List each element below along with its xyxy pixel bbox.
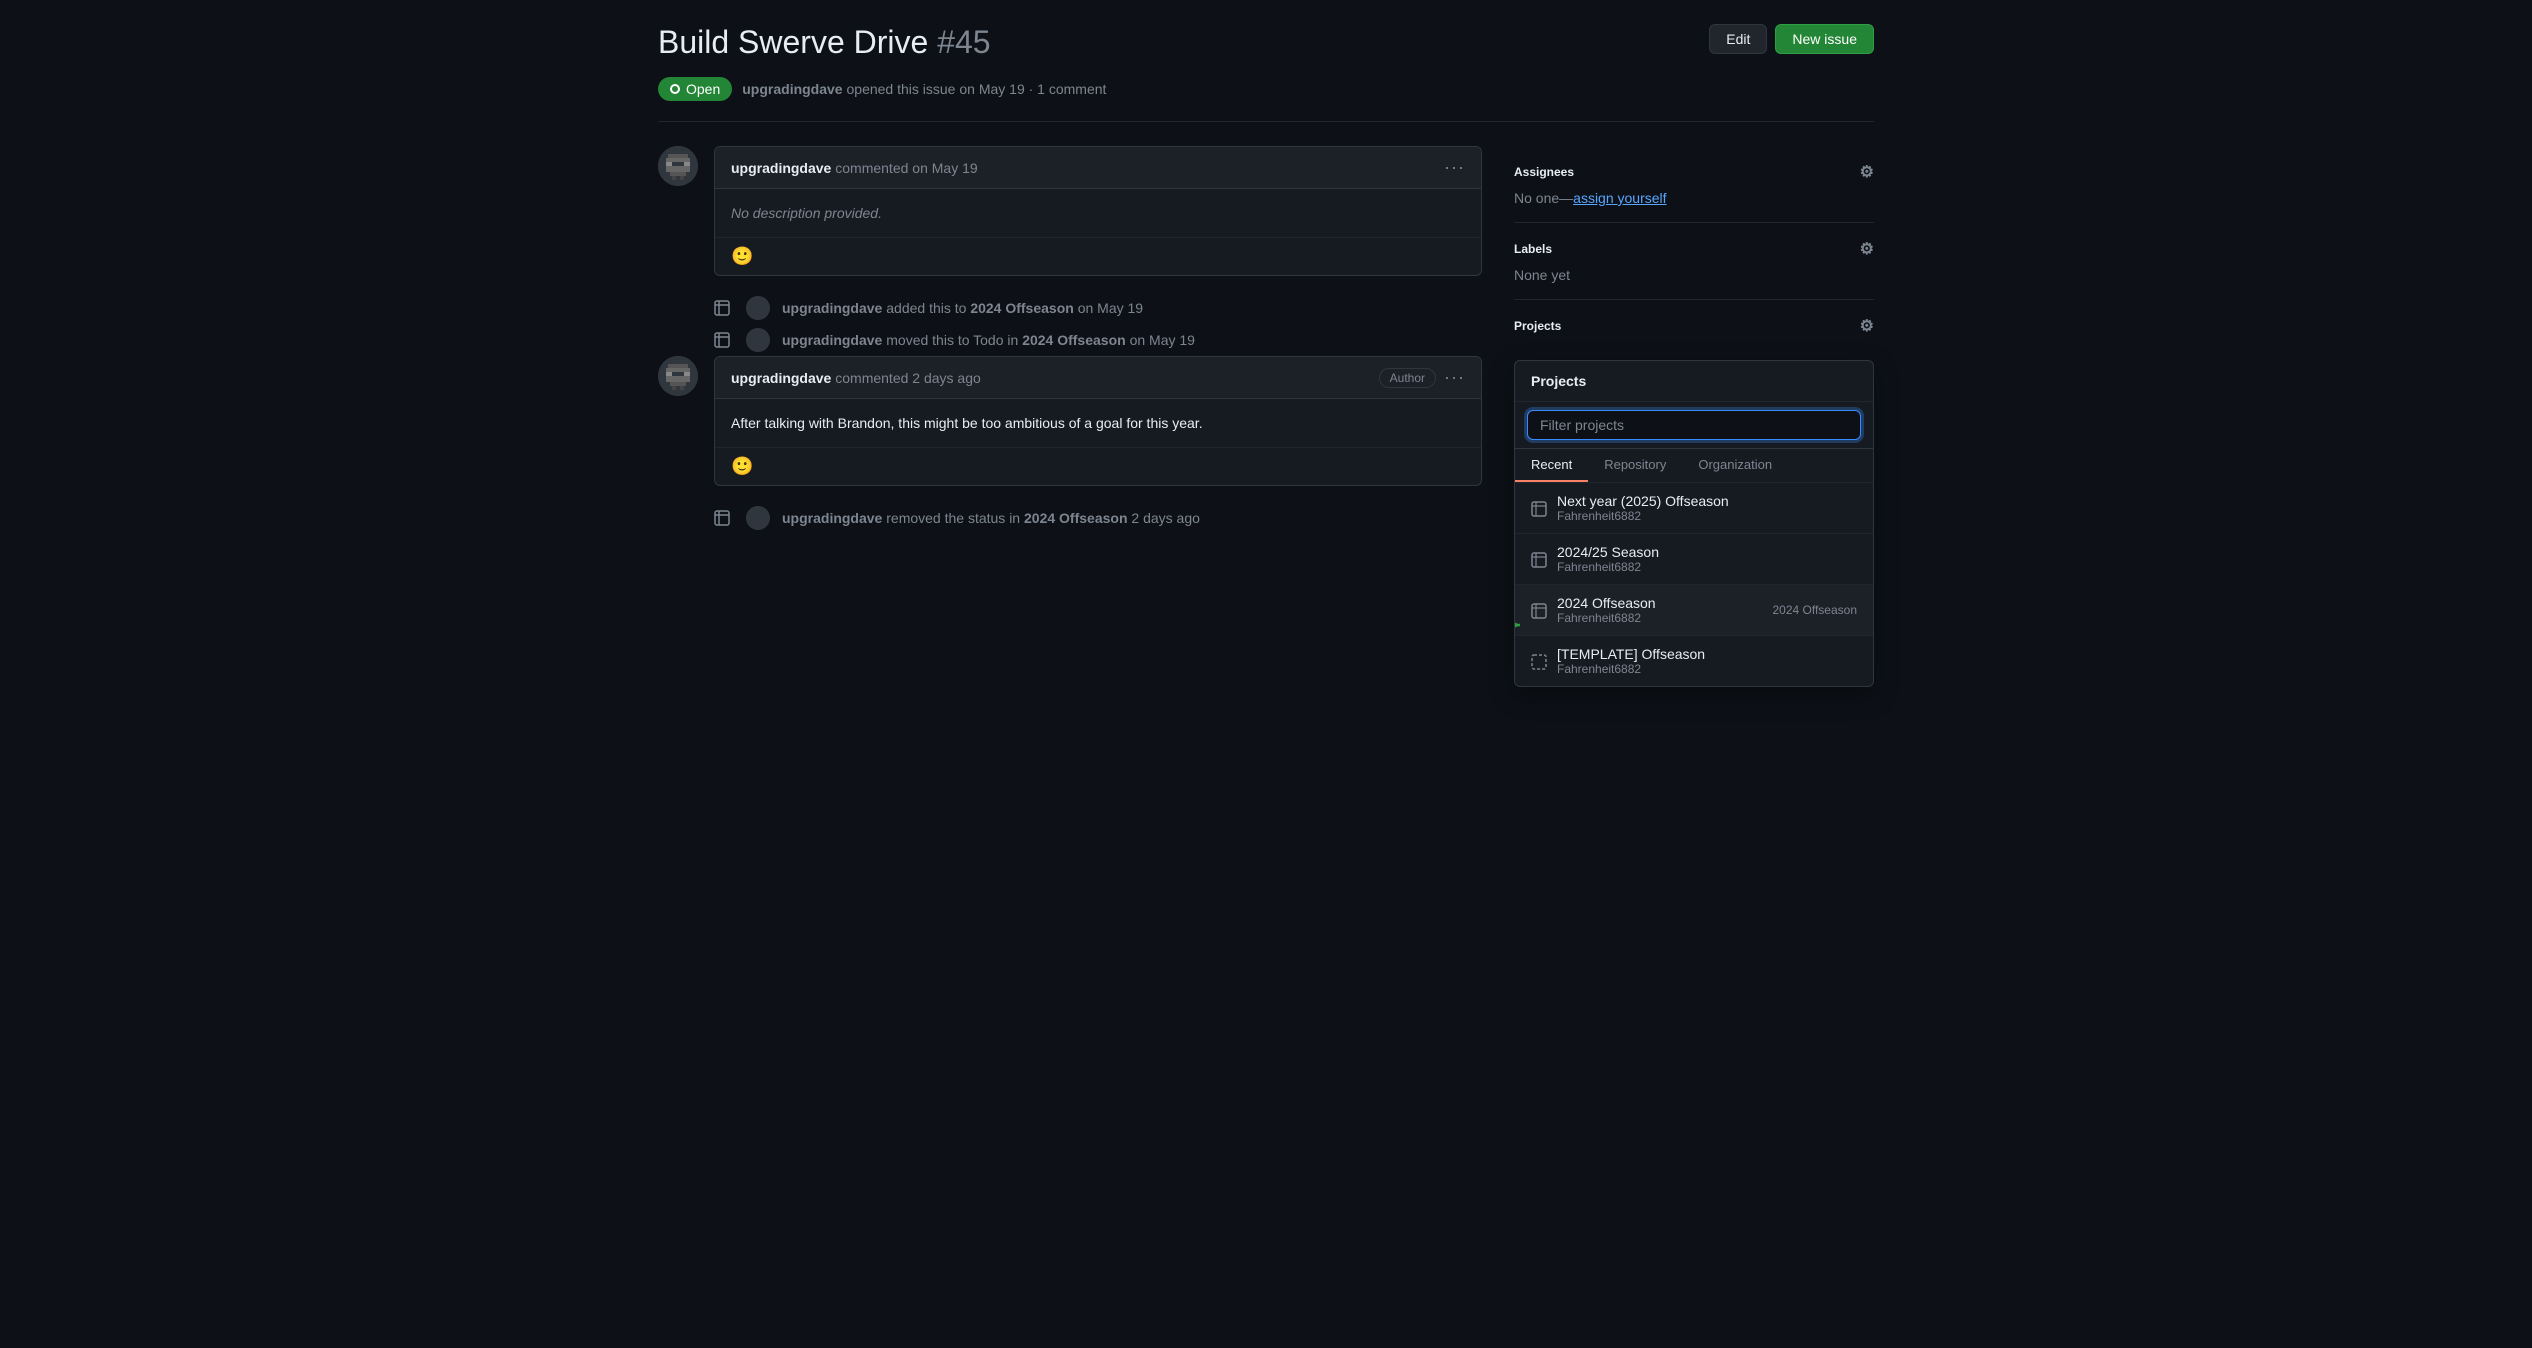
project-icon-1 bbox=[710, 296, 734, 320]
filter-projects-input[interactable] bbox=[1527, 410, 1861, 440]
more-options-icon-1[interactable]: ··· bbox=[1444, 157, 1465, 178]
assignees-label: Assignees bbox=[1514, 165, 1574, 179]
assignees-gear-icon[interactable]: ⚙ bbox=[1860, 162, 1874, 182]
new-issue-button[interactable]: New issue bbox=[1775, 24, 1874, 54]
project-item-2[interactable]: 2024/25 Season Fahrenheit6882 bbox=[1515, 534, 1873, 585]
timeline-item-2: upgradingdave moved this to Todo in 2024… bbox=[658, 324, 1482, 356]
status-badge: Open bbox=[658, 77, 732, 101]
project-board-icon-2 bbox=[1531, 550, 1547, 567]
comment-card-2: upgradingdave commented 2 days ago Autho… bbox=[714, 356, 1482, 486]
avatar-2 bbox=[658, 356, 698, 396]
issue-title: Build Swerve Drive #45 bbox=[658, 24, 991, 61]
comment-header-2: upgradingdave commented 2 days ago Autho… bbox=[715, 357, 1481, 399]
comment-meta-1: upgradingdave commented on May 19 bbox=[731, 160, 978, 176]
filter-input-wrapper bbox=[1515, 402, 1873, 449]
timeline-target-3: 2024 Offseason bbox=[1024, 510, 1128, 526]
emoji-reaction-button-1[interactable]: 🙂 bbox=[731, 246, 753, 266]
project-name-4: [TEMPLATE] Offseason bbox=[1557, 646, 1857, 662]
emoji-reaction-button-2[interactable]: 🙂 bbox=[731, 456, 753, 476]
comment-timestamp-1: commented on May 19 bbox=[835, 160, 977, 176]
project-owner-3: Fahrenheit6882 bbox=[1557, 611, 1762, 625]
comment-body-1: No description provided. bbox=[715, 189, 1481, 237]
timeline-actor-3: upgradingdave bbox=[782, 510, 882, 526]
timeline-target-1: 2024 Offseason bbox=[970, 300, 1074, 316]
assignees-value: No one—assign yourself bbox=[1514, 190, 1874, 206]
issue-number: #45 bbox=[937, 24, 990, 60]
dropdown-header: Projects bbox=[1515, 361, 1873, 402]
assignees-section: Assignees ⚙ No one—assign yourself bbox=[1514, 146, 1874, 223]
project-owner-2: Fahrenheit6882 bbox=[1557, 560, 1857, 574]
comment-card-1: upgradingdave commented on May 19 ··· No… bbox=[714, 146, 1482, 276]
comment-footer-2: 🙂 bbox=[715, 447, 1481, 485]
tab-organization[interactable]: Organization bbox=[1682, 449, 1788, 482]
sidebar: Assignees ⚙ No one—assign yourself Label… bbox=[1514, 146, 1874, 360]
main-layout: upgradingdave commented on May 19 ··· No… bbox=[658, 146, 1874, 534]
comment-author-1: upgradingdave bbox=[731, 160, 831, 176]
timeline-action-3: removed the status in bbox=[886, 510, 1020, 526]
comment-block-1: upgradingdave commented on May 19 ··· No… bbox=[658, 146, 1482, 276]
projects-dropdown: Projects Recent Repository Organization bbox=[1514, 360, 1874, 687]
issue-meta: Open upgradingdave opened this issue on … bbox=[658, 77, 1874, 101]
project-item-1[interactable]: Next year (2025) Offseason Fahrenheit688… bbox=[1515, 483, 1873, 534]
more-options-icon-2[interactable]: ··· bbox=[1444, 367, 1465, 388]
timeline-suffix-2: on May 19 bbox=[1130, 332, 1195, 348]
tab-recent[interactable]: Recent bbox=[1515, 449, 1588, 482]
project-icon-3 bbox=[710, 506, 734, 530]
timeline-target-2: 2024 Offseason bbox=[1022, 332, 1126, 348]
comment-timestamp-2: commented 2 days ago bbox=[835, 370, 981, 386]
avatar-1 bbox=[658, 146, 698, 186]
comment-author-2: upgradingdave bbox=[731, 370, 831, 386]
comment-body-2: After talking with Brandon, this might b… bbox=[715, 399, 1481, 447]
timeline-action-2: moved this to Todo in bbox=[886, 332, 1018, 348]
timeline-item-1: upgradingdave added this to 2024 Offseas… bbox=[658, 292, 1482, 324]
timeline-avatar-3 bbox=[746, 506, 770, 530]
project-name-2: 2024/25 Season bbox=[1557, 544, 1857, 560]
project-name-1: Next year (2025) Offseason bbox=[1557, 493, 1857, 509]
timeline-item-3: upgradingdave removed the status in 2024… bbox=[658, 502, 1482, 534]
title-text: Build Swerve Drive bbox=[658, 24, 928, 60]
project-icon-2 bbox=[710, 328, 734, 352]
author-badge: Author bbox=[1379, 368, 1436, 388]
project-board-icon-3 bbox=[1531, 601, 1547, 618]
projects-tabs: Recent Repository Organization bbox=[1515, 449, 1873, 483]
page-header: Build Swerve Drive #45 Edit New issue bbox=[658, 24, 1874, 61]
project-board-icon-1 bbox=[1531, 499, 1547, 516]
projects-gear-icon[interactable]: ⚙ bbox=[1860, 316, 1874, 336]
project-board-icon-4 bbox=[1531, 652, 1547, 669]
tab-repository[interactable]: Repository bbox=[1588, 449, 1682, 482]
status-text: Open bbox=[686, 81, 720, 97]
selected-arrow-icon bbox=[1514, 615, 1525, 645]
issue-author: upgradingdave opened this issue on May 1… bbox=[742, 81, 1106, 97]
timeline-actor-1: upgradingdave bbox=[782, 300, 882, 316]
comment-footer-1: 🙂 bbox=[715, 237, 1481, 275]
comment-meta-2: upgradingdave commented 2 days ago bbox=[731, 370, 981, 386]
assign-yourself-link[interactable]: assign yourself bbox=[1573, 190, 1666, 206]
comment-header-1: upgradingdave commented on May 19 ··· bbox=[715, 147, 1481, 189]
project-name-3: 2024 Offseason bbox=[1557, 595, 1762, 611]
labels-label: Labels bbox=[1514, 242, 1552, 256]
header-buttons: Edit New issue bbox=[1709, 24, 1874, 54]
project-item-3[interactable]: 2024 Offseason Fahrenheit6882 2024 Offse… bbox=[1515, 585, 1873, 636]
timeline-suffix-3: 2 days ago bbox=[1131, 510, 1200, 526]
timeline-actor-2: upgradingdave bbox=[782, 332, 882, 348]
comment-block-2: upgradingdave commented 2 days ago Autho… bbox=[658, 356, 1482, 486]
edit-button[interactable]: Edit bbox=[1709, 24, 1767, 54]
header-divider bbox=[658, 121, 1874, 122]
timeline-avatar-2 bbox=[746, 328, 770, 352]
timeline-suffix-1: on May 19 bbox=[1078, 300, 1143, 316]
labels-gear-icon[interactable]: ⚙ bbox=[1860, 239, 1874, 259]
timeline-avatar-1 bbox=[746, 296, 770, 320]
project-item-4[interactable]: [TEMPLATE] Offseason Fahrenheit6882 bbox=[1515, 636, 1873, 686]
content-area: upgradingdave commented on May 19 ··· No… bbox=[658, 146, 1482, 534]
project-owner-4: Fahrenheit6882 bbox=[1557, 662, 1857, 676]
project-tag-3: 2024 Offseason bbox=[1772, 603, 1857, 617]
labels-value: None yet bbox=[1514, 267, 1874, 283]
timeline-action-1: added this to bbox=[886, 300, 966, 316]
labels-section: Labels ⚙ None yet bbox=[1514, 223, 1874, 300]
projects-label: Projects bbox=[1514, 319, 1561, 333]
status-dot-icon bbox=[670, 84, 680, 94]
projects-section: Projects ⚙ Projects Recent Repository Or… bbox=[1514, 300, 1874, 360]
project-owner-1: Fahrenheit6882 bbox=[1557, 509, 1857, 523]
